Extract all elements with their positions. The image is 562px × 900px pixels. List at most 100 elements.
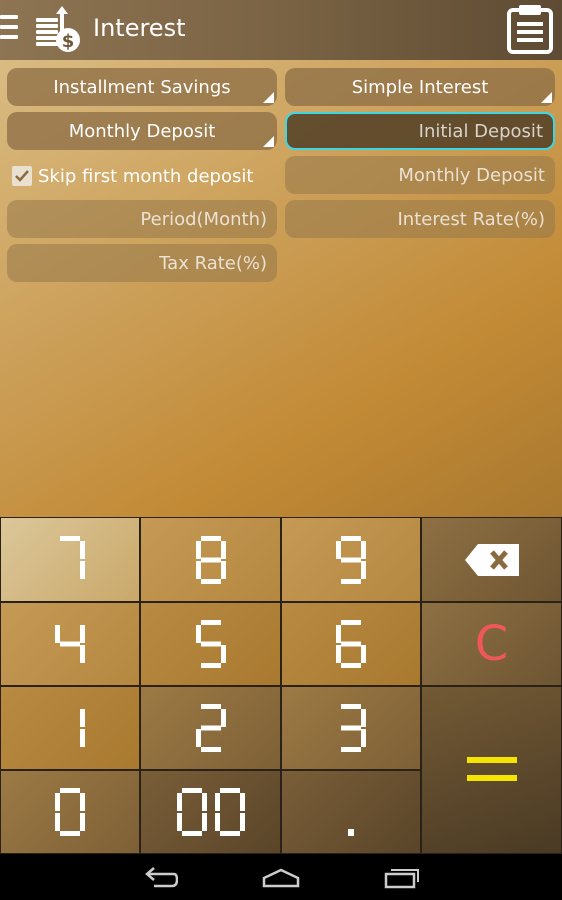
- period-placeholder: Period(Month): [140, 208, 267, 230]
- back-arrow-icon[interactable]: [144, 866, 178, 888]
- skip-first-month-checkbox[interactable]: [12, 166, 32, 186]
- digit-segment-a: [200, 535, 221, 541]
- key-2[interactable]: [140, 686, 281, 770]
- digit-segment-c: [201, 813, 207, 831]
- dropdown-corner-icon: [541, 92, 552, 103]
- initial-deposit-input[interactable]: Initial Deposit: [285, 112, 555, 150]
- action-bar: $ Interest: [0, 0, 562, 60]
- recent-apps-icon[interactable]: [384, 867, 420, 889]
- digit-segment-d: [341, 578, 361, 584]
- digit-segment-a: [200, 620, 221, 625]
- digit-segment-d: [200, 578, 221, 584]
- digit-segment-c: [80, 645, 85, 663]
- digit-segment-d: [181, 831, 202, 836]
- seven-segment-label: [195, 620, 226, 668]
- key-decimal[interactable]: [281, 770, 421, 854]
- key-8[interactable]: [140, 517, 281, 602]
- key-00[interactable]: [140, 770, 281, 854]
- app-title: Interest: [93, 14, 186, 42]
- digit-segment-c: [239, 813, 245, 831]
- interest-type-selector[interactable]: Simple Interest: [285, 68, 555, 106]
- digit-segment-e: [176, 813, 182, 831]
- key-7[interactable]: [0, 517, 140, 602]
- digit-segment-e: [195, 729, 201, 747]
- digit-segment-b: [361, 540, 366, 559]
- digit-segment-g: [60, 641, 80, 647]
- digit-segment-c: [220, 645, 226, 663]
- system-nav-bar: [0, 854, 562, 900]
- key-5[interactable]: [140, 602, 281, 686]
- monthly-deposit-input[interactable]: Monthly Deposit: [285, 156, 555, 194]
- digit-segment-d: [200, 747, 221, 752]
- tax-rate-placeholder: Tax Rate(%): [159, 252, 267, 274]
- key-3[interactable]: [281, 686, 421, 770]
- digit-segment-c: [80, 729, 85, 747]
- digit-segment-b: [201, 793, 207, 811]
- backspace-icon: [464, 543, 519, 576]
- digit-segment-f: [195, 540, 201, 559]
- digit-segment-e: [214, 813, 220, 831]
- digit-segment-b: [220, 540, 226, 559]
- interest-rate-placeholder: Interest Rate(%): [397, 208, 545, 230]
- key-4[interactable]: [0, 602, 140, 686]
- backspace-button[interactable]: [421, 517, 562, 602]
- keypad: C: [0, 517, 562, 854]
- clear-button[interactable]: C: [421, 602, 562, 686]
- deposit-type-label: Monthly Deposit: [68, 120, 216, 142]
- digit-segment-b: [361, 709, 366, 727]
- digit-segment-g: [200, 725, 221, 731]
- dropdown-corner-icon: [263, 92, 274, 103]
- digit-segment-f: [55, 625, 60, 643]
- digit-segment-c: [361, 560, 366, 579]
- digit-segment-a: [219, 788, 240, 793]
- key-0[interactable]: [0, 770, 140, 854]
- digit-segment-c: [361, 645, 366, 663]
- digit-segment-d: [60, 831, 80, 836]
- digit-segment-c: [80, 813, 85, 831]
- digit-segment-e: [55, 813, 60, 831]
- digit-segment-f: [336, 540, 341, 559]
- digit-segment-b: [80, 540, 85, 559]
- coins-dollar-icon: $: [34, 6, 82, 54]
- digit-segment-e: [195, 560, 201, 579]
- clipboard-list-icon[interactable]: [505, 4, 555, 54]
- digit-segment-f: [336, 625, 341, 643]
- key-1[interactable]: [0, 686, 140, 770]
- home-icon[interactable]: [262, 868, 300, 888]
- decimal-point-segment: [348, 829, 354, 836]
- savings-type-label: Installment Savings: [53, 76, 231, 98]
- initial-deposit-placeholder: Initial Deposit: [418, 120, 543, 142]
- digit-segment-a: [341, 535, 361, 541]
- seven-segment-label: [336, 620, 366, 668]
- seven-segment-label: [195, 704, 226, 752]
- digit-segment-g: [341, 557, 361, 562]
- digit-segment-g: [341, 641, 361, 647]
- hamburger-menu-icon[interactable]: [0, 15, 18, 43]
- digit-segment-a: [60, 535, 80, 541]
- deposit-type-selector[interactable]: Monthly Deposit: [7, 112, 277, 150]
- digit-segment-a: [200, 704, 221, 709]
- equals-button[interactable]: [421, 686, 562, 854]
- digit-segment-f: [55, 793, 60, 811]
- digit-segment-d: [219, 831, 240, 836]
- digit-segment-d: [341, 663, 361, 668]
- digit-segment-c: [80, 560, 85, 579]
- digit-segment-e: [336, 645, 341, 663]
- skip-first-month-label: Skip first month deposit: [38, 165, 254, 187]
- equals-icon: [466, 757, 517, 781]
- key-6[interactable]: [281, 602, 421, 686]
- clear-label: C: [474, 616, 509, 672]
- savings-type-selector[interactable]: Installment Savings: [7, 68, 277, 106]
- interest-rate-input[interactable]: Interest Rate(%): [285, 200, 555, 238]
- digit-segment-g: [200, 557, 221, 562]
- digit-segment-f: [195, 625, 201, 643]
- svg-text:$: $: [62, 31, 75, 52]
- seven-segment-label: [55, 625, 85, 663]
- skip-first-month-checkbox-row[interactable]: Skip first month deposit: [12, 164, 253, 188]
- digit-segment-c: [220, 560, 226, 579]
- key-9[interactable]: [281, 517, 421, 602]
- monthly-deposit-placeholder: Monthly Deposit: [398, 164, 545, 186]
- tax-rate-input[interactable]: Tax Rate(%): [7, 244, 277, 282]
- dropdown-corner-icon: [263, 136, 274, 147]
- period-input[interactable]: Period(Month): [7, 200, 277, 238]
